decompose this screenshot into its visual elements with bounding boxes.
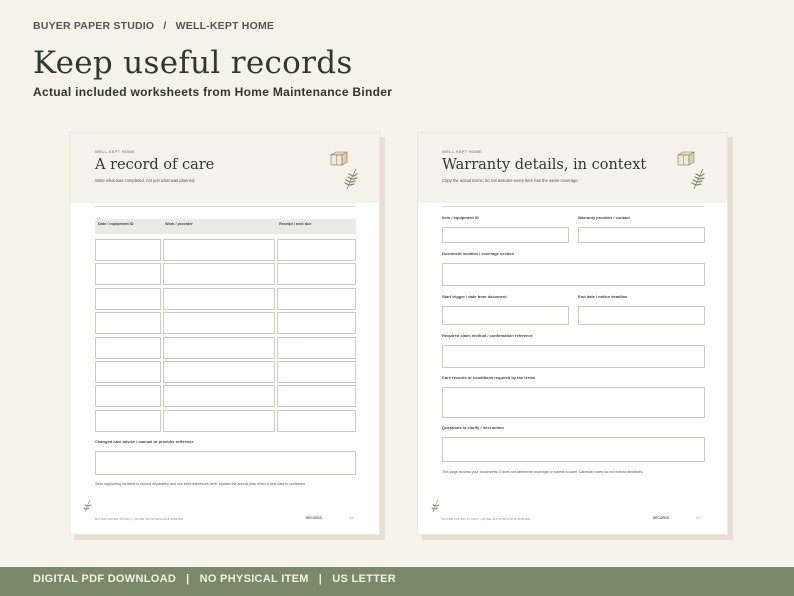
table-cell[interactable]	[163, 312, 275, 335]
page2-subtitle: Copy the actual terms; do not assume eve…	[442, 178, 579, 183]
table-cell[interactable]	[95, 312, 161, 335]
table-cell[interactable]	[163, 385, 275, 408]
table-cell[interactable]	[163, 287, 275, 310]
table-cell[interactable]	[95, 239, 161, 261]
leaf-icon	[344, 168, 358, 190]
page2-note: This page records your documents; it doe…	[442, 470, 644, 474]
table-cell[interactable]	[277, 287, 356, 310]
table-cell[interactable]	[163, 263, 275, 286]
page2-divider	[442, 206, 704, 207]
care-label: Care records or conditions required by t…	[442, 375, 536, 380]
brand-separator: /	[163, 20, 167, 32]
table-cell[interactable]	[95, 409, 161, 432]
table-cell[interactable]	[163, 409, 275, 432]
headline: Keep useful records	[33, 45, 353, 81]
banner-text: DIGITAL PDF DOWNLOAD | NO PHYSICAL ITEM …	[33, 573, 397, 585]
end-label: End date / notice deadline	[578, 294, 628, 299]
questions-label: Questions to clarify / next action	[442, 425, 504, 430]
table-cell[interactable]	[277, 409, 356, 432]
page1-footer-brand: BUYER PAPER STUDIO | HOME MAINTENANCE BI…	[95, 517, 184, 521]
table-cell[interactable]	[163, 336, 275, 359]
item-field[interactable]	[442, 227, 569, 243]
care-field[interactable]	[442, 387, 705, 418]
questions-field[interactable]	[442, 437, 705, 462]
start-field[interactable]	[442, 306, 569, 325]
column-date: Date / equipment ID	[98, 222, 134, 226]
table-cell[interactable]	[277, 239, 356, 261]
page1-kicker: WELL-KEPT HOME	[95, 149, 135, 154]
table-cell[interactable]	[277, 361, 356, 383]
column-work: Work / provider	[165, 222, 193, 226]
end-field[interactable]	[578, 306, 705, 325]
box-icon	[330, 151, 348, 166]
table-cell[interactable]	[95, 287, 161, 310]
page1-number: 09	[349, 515, 354, 520]
table-cell[interactable]	[163, 239, 275, 261]
page2-footer-section: RECORDS	[653, 516, 669, 520]
table-cell[interactable]	[277, 263, 356, 286]
page2-footer-brand: BUYER PAPER STUDIO | HOME MAINTENANCE BI…	[442, 517, 531, 521]
changed-care-field[interactable]	[95, 451, 356, 475]
worksheet-page-1: WELL-KEPT HOME A record of care Write wh…	[69, 132, 380, 535]
page2-title: Warranty details, in context	[442, 157, 647, 173]
box-icon	[677, 151, 695, 166]
table-cell[interactable]	[95, 263, 161, 286]
leaf-icon	[431, 499, 440, 513]
document-label: Document location / coverage section	[442, 251, 515, 256]
product-banner: DIGITAL PDF DOWNLOAD | NO PHYSICAL ITEM …	[0, 567, 794, 596]
page2-kicker: WELL-KEPT HOME	[442, 149, 482, 154]
brand-name: BUYER PAPER STUDIO	[33, 20, 155, 32]
page1-title: A record of care	[95, 157, 215, 173]
worksheet-page-2: WELL-KEPT HOME Warranty details, in cont…	[417, 132, 728, 535]
document-field[interactable]	[442, 263, 705, 286]
table-cell[interactable]	[277, 312, 356, 335]
table-cell[interactable]	[95, 336, 161, 359]
table-cell[interactable]	[277, 385, 356, 408]
page1-subtitle: Write what was completed, not just what …	[95, 178, 196, 183]
claim-label: Required claim method / confirmation ref…	[442, 333, 533, 338]
subheadline: Actual included worksheets from Home Mai…	[33, 85, 393, 99]
page1-footer-section: RECORDS	[306, 516, 322, 520]
page2-number: 02	[696, 515, 701, 520]
table-cell[interactable]	[95, 385, 161, 408]
collection-name: WELL-KEPT HOME	[175, 20, 275, 32]
table-cell[interactable]	[163, 361, 275, 383]
item-label: Item / equipment ID	[442, 215, 479, 220]
records-table-header: Date / equipment ID Work / provider Rece…	[95, 219, 356, 234]
provider-field[interactable]	[578, 227, 705, 243]
table-cell[interactable]	[95, 361, 161, 383]
start-label: Start trigger / date from document	[442, 294, 507, 299]
leaf-icon	[83, 499, 92, 513]
brand-line: BUYER PAPER STUDIO / WELL-KEPT HOME	[33, 20, 280, 32]
leaf-icon	[691, 168, 705, 190]
changed-care-label: Changed care advice / manual or provider…	[95, 439, 194, 444]
table-cell[interactable]	[277, 336, 356, 359]
page1-divider	[95, 206, 356, 207]
column-receipt: Receipt / next due	[279, 222, 312, 226]
page1-note: Save supporting invoices or reports sepa…	[95, 482, 306, 486]
claim-field[interactable]	[442, 345, 705, 368]
provider-label: Warranty provider / contact	[578, 215, 630, 220]
